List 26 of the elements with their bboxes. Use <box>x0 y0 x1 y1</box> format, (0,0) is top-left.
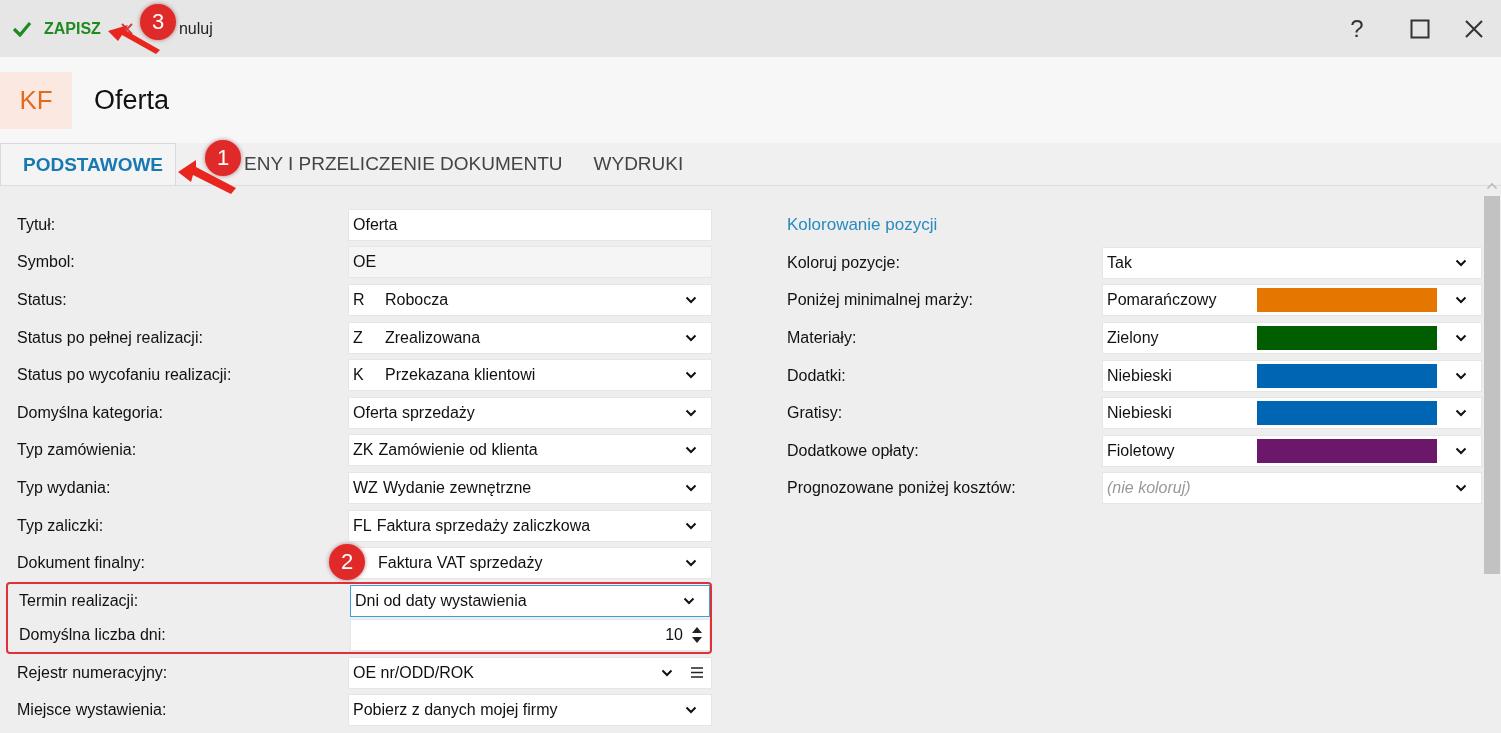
field-label: Dokument finalny: <box>17 554 146 572</box>
readonly-field: OE <box>348 246 712 279</box>
field-label: Domyślna kategoria: <box>17 403 163 421</box>
field-label: Symbol: <box>17 253 75 271</box>
field-label: Status po wycofaniu realizacji: <box>17 366 232 384</box>
field-label: Typ wydania: <box>17 478 111 496</box>
field-label: Domyślna liczba dni: <box>19 625 166 643</box>
field-label: Status: <box>17 291 67 308</box>
field-label: Miejsce wystawienia: <box>17 701 167 719</box>
field-label: Dodatki: <box>787 366 847 385</box>
callout-tooltip: 2 <box>329 544 365 580</box>
section-heading: Kolorowanie pozycji <box>787 214 939 236</box>
document-title: Oferta <box>94 84 170 116</box>
field-label: Typ zaliczki: <box>17 516 104 534</box>
field-label: Typ zamówienia: <box>17 441 137 459</box>
field-label: Rejestr numeracyjny: <box>17 663 168 681</box>
field-label: Dodatkowe opłaty: <box>787 441 920 460</box>
field-label: Koloruj pozycje: <box>787 253 901 272</box>
field-label: Prognozowane poniżej kosztów: <box>787 479 1017 498</box>
document-badge: KF <box>0 71 72 129</box>
field-label: Status po pełnej realizacji: <box>17 328 203 346</box>
field-label: Poniżej minimalnej marży: <box>787 291 974 310</box>
field-label: Tytuł: <box>17 215 56 233</box>
field-label: Materiały: <box>787 329 858 347</box>
field-label: Termin realizacji: <box>19 591 139 609</box>
field-label: Gratisy: <box>787 404 844 423</box>
